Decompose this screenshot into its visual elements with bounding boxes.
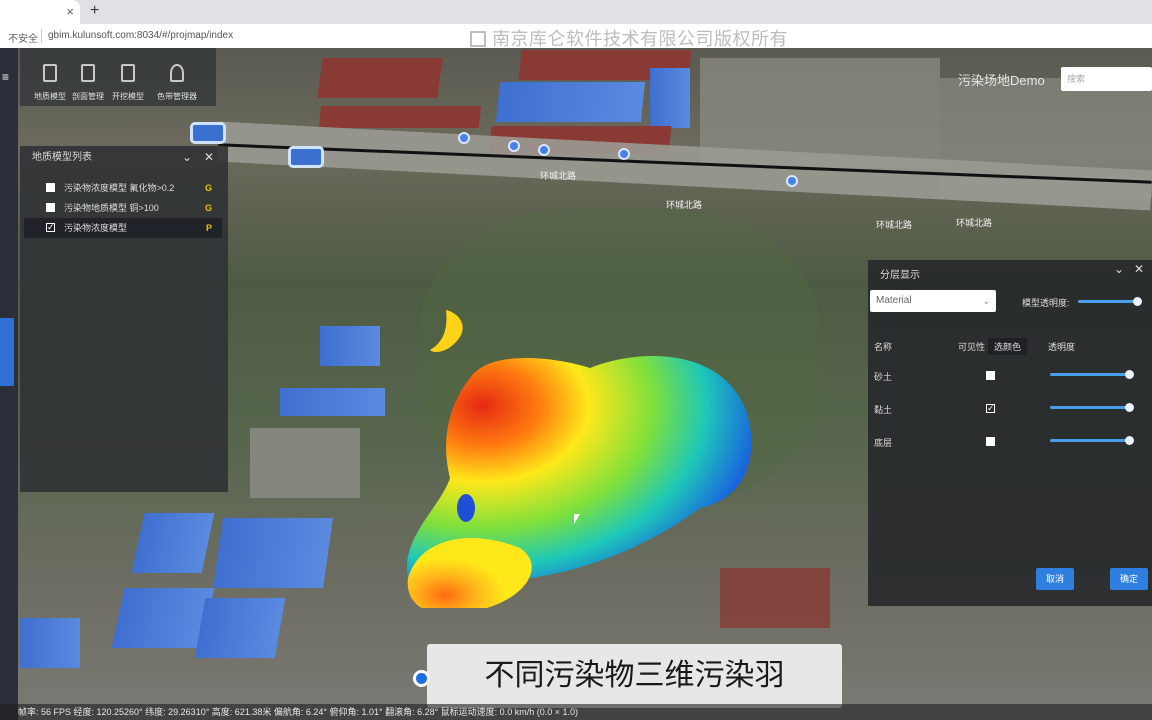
- chevron-down-icon: ⌄: [982, 296, 990, 306]
- building: [20, 618, 80, 668]
- browser-tab-bar: × +: [0, 0, 1152, 24]
- menu-icon[interactable]: ≡: [2, 70, 9, 84]
- building: [194, 598, 286, 658]
- panel-title: 地质模型列表: [32, 152, 92, 163]
- layer-name: 黏土: [874, 405, 893, 415]
- chevron-down-icon[interactable]: ⌄: [182, 150, 192, 164]
- layer-opacity-slider[interactable]: [1050, 403, 1134, 412]
- layer-name: 砂土: [874, 372, 893, 382]
- building: [317, 58, 443, 98]
- chevron-down-icon[interactable]: ⌄: [1114, 262, 1124, 276]
- layer-visible-checkbox[interactable]: [986, 437, 995, 446]
- layer-visible-checkbox-checked[interactable]: ✓: [986, 404, 995, 413]
- model-list-item[interactable]: 污染物地质模型 铜>100 G: [24, 198, 222, 218]
- column-header-name: 名称: [874, 342, 893, 352]
- geology-model-icon: [43, 64, 57, 82]
- divider: [41, 29, 42, 43]
- tool-toolbar: 地质模型 剖面管理 开挖模型 色带管理器: [20, 48, 216, 106]
- section-icon: [81, 64, 95, 82]
- close-icon[interactable]: ✕: [1134, 262, 1144, 276]
- map-marker-icon[interactable]: [288, 146, 324, 168]
- tab-close-icon[interactable]: ×: [66, 4, 74, 19]
- color-band-icon: [170, 64, 184, 82]
- building: [318, 106, 482, 128]
- map-pin-icon[interactable]: [538, 144, 550, 156]
- model-list-item[interactable]: 污染物浓度模型 氟化物>0.2 G: [24, 178, 222, 198]
- layer-display-panel: 分层显示 ⌄ ✕ Material ⌄ 模型透明度: 名称 可见性 选颜色 透明…: [868, 260, 1152, 606]
- building: [280, 388, 385, 416]
- model-type-tag: G: [204, 183, 212, 193]
- model-type-tag: P: [205, 223, 212, 233]
- road-label: 环城北路: [876, 220, 913, 230]
- excavation-icon: [121, 64, 135, 82]
- mouse-cursor-icon: [574, 514, 580, 524]
- building: [250, 428, 360, 498]
- layer-opacity-slider[interactable]: [1050, 436, 1134, 445]
- tool-geology-model[interactable]: 地质模型: [30, 64, 70, 104]
- map-pin-icon[interactable]: [508, 140, 520, 152]
- layer-name: 底层: [874, 438, 893, 448]
- pollution-plume-fragment: [430, 310, 463, 352]
- model-checkbox[interactable]: [46, 203, 55, 212]
- video-subtitle: 不同污染物三维污染羽: [427, 644, 842, 708]
- panel-title: 分层显示: [880, 270, 920, 281]
- tool-excavation-model[interactable]: 开挖模型: [108, 64, 148, 104]
- map-marker-icon[interactable]: [190, 122, 226, 144]
- column-header-color: 选颜色: [988, 338, 1028, 355]
- close-icon[interactable]: ✕: [204, 150, 214, 164]
- model-type-tag: G: [204, 203, 212, 213]
- model-opacity-slider[interactable]: [1078, 297, 1142, 306]
- slider-handle[interactable]: [1125, 403, 1134, 412]
- tool-section-manage[interactable]: 剖面管理: [68, 64, 108, 104]
- slider-handle[interactable]: [1125, 436, 1134, 445]
- road-label: 环城北路: [540, 171, 577, 181]
- slider-handle[interactable]: [1133, 297, 1142, 306]
- security-label: 不安全: [8, 34, 38, 45]
- layer-visible-checkbox[interactable]: [986, 371, 995, 380]
- model-checkbox-checked[interactable]: ✓: [46, 223, 55, 232]
- app-title: 污染场地Demo: [958, 73, 1045, 88]
- slider-handle[interactable]: [1125, 370, 1134, 379]
- map-pin-icon[interactable]: [786, 175, 798, 187]
- layer-opacity-slider[interactable]: [1050, 370, 1134, 379]
- building: [320, 326, 380, 366]
- cancel-button[interactable]: 取消: [1036, 568, 1074, 590]
- map-pin-icon[interactable]: [458, 132, 470, 144]
- column-header-visible: 可见性: [958, 342, 986, 352]
- map-pin-icon[interactable]: [618, 148, 630, 160]
- company-logo-icon: [470, 31, 486, 47]
- building: [650, 68, 690, 128]
- new-tab-button[interactable]: +: [90, 2, 99, 20]
- nav-active-indicator[interactable]: [0, 318, 14, 386]
- column-header-opacity: 透明度: [1048, 342, 1076, 352]
- road-label: 环城北路: [666, 200, 703, 210]
- building: [213, 518, 333, 588]
- tool-color-band-manager[interactable]: 色带管理器: [153, 64, 201, 104]
- model-opacity-label: 模型透明度:: [1022, 298, 1070, 308]
- building: [131, 513, 215, 573]
- left-nav-bar: ≡: [0, 48, 18, 720]
- material-select[interactable]: Material ⌄: [870, 290, 996, 312]
- status-bar: 帧率: 56 FPS 经度: 120.25260° 纬度: 29.26310° …: [0, 704, 1152, 720]
- browser-tab[interactable]: ×: [0, 0, 80, 24]
- building: [495, 82, 646, 122]
- search-input[interactable]: 搜索: [1061, 67, 1152, 91]
- url-text[interactable]: gbim.kulunsoft.com:8034/#/projmap/index: [48, 30, 233, 41]
- model-checkbox[interactable]: [46, 183, 55, 192]
- confirm-button[interactable]: 确定: [1110, 568, 1148, 590]
- road-label: 环城北路: [956, 218, 993, 228]
- geology-model-list-panel: 地质模型列表 ⌄ ✕ 污染物浓度模型 氟化物>0.2 G 污染物地质模型 铜>1…: [20, 146, 228, 492]
- model-list-item[interactable]: ✓ 污染物浓度模型 P: [24, 218, 222, 238]
